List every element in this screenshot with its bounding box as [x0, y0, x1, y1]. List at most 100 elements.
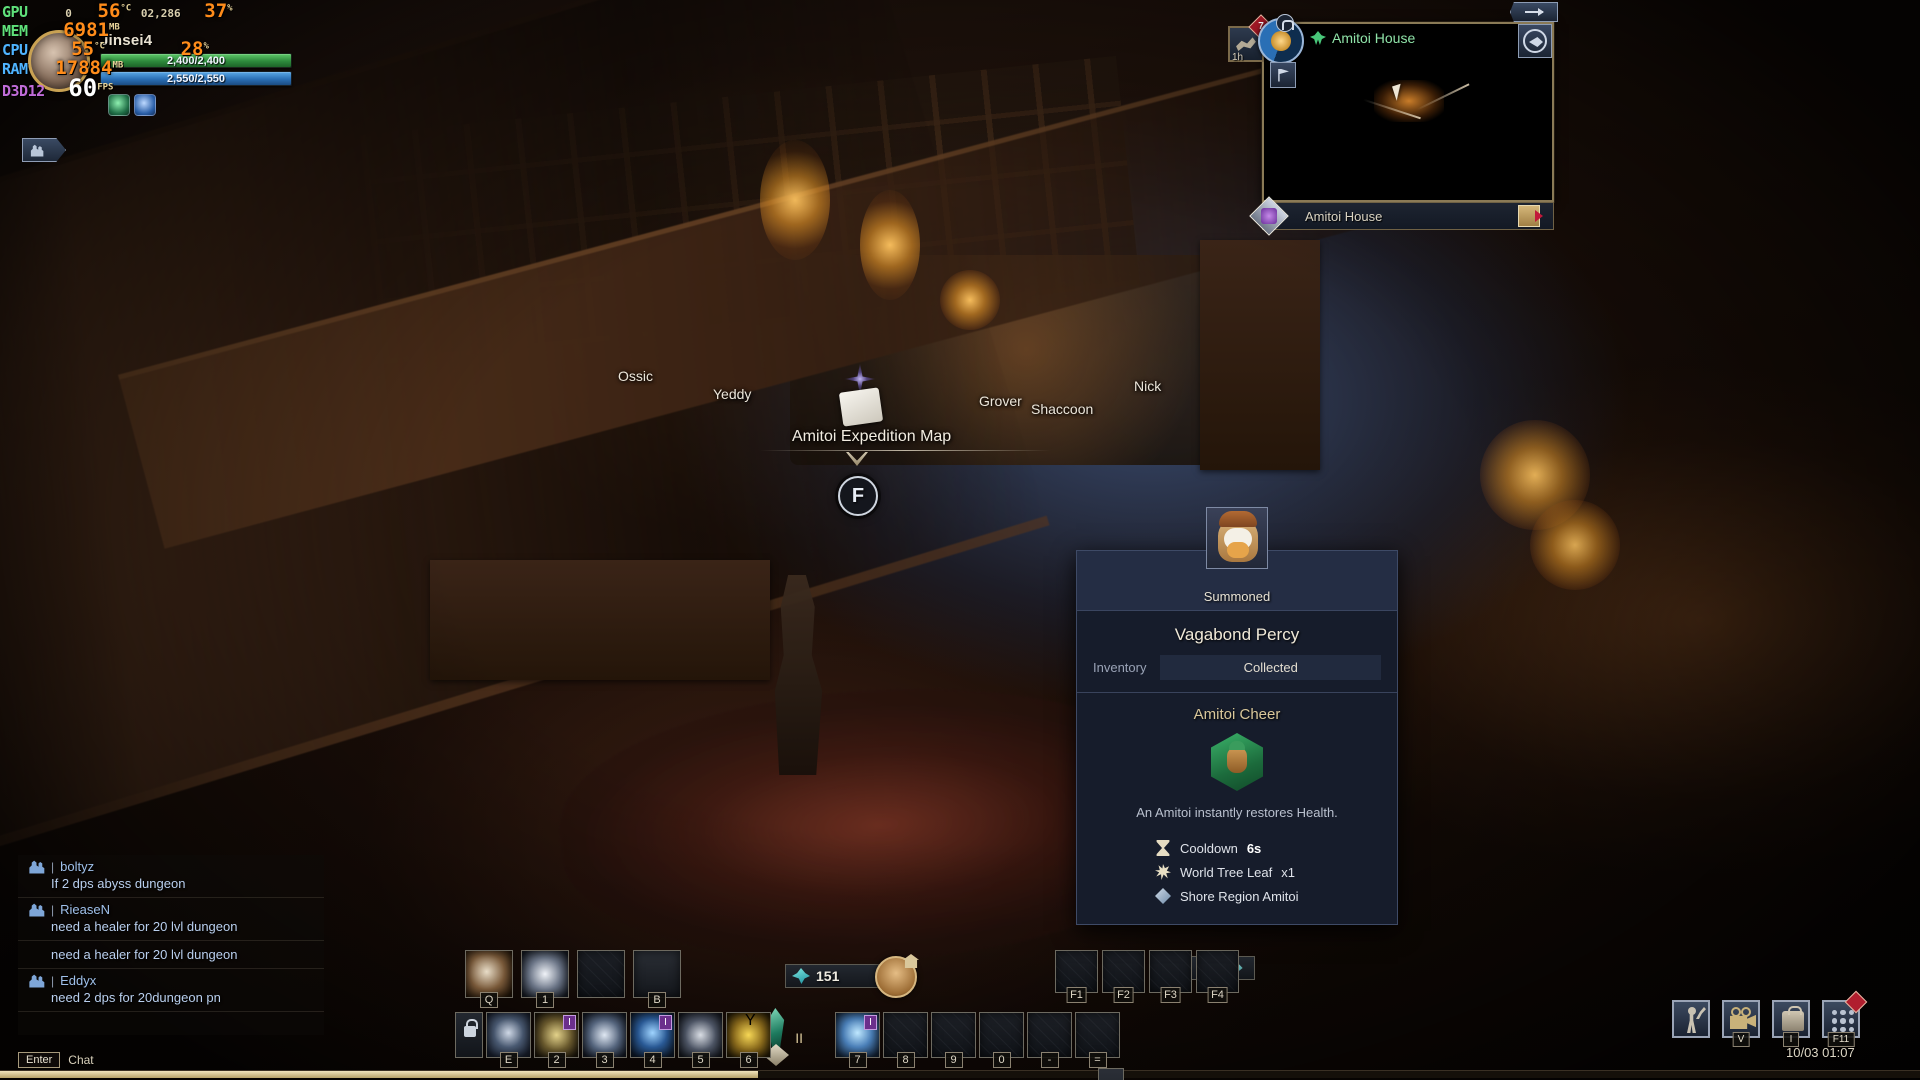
pet-name: Vagabond Percy — [1174, 625, 1300, 644]
emote-button[interactable] — [1672, 1000, 1710, 1038]
player-name: Jinsei4 — [100, 32, 153, 49]
expedition-map-world-icon[interactable] — [838, 387, 884, 427]
chat-message[interactable]: | Eddyx need 2 dps for 20dungeon pn — [18, 969, 324, 1012]
action-slot-key: 9 — [944, 1052, 963, 1068]
action-bar-page-switcher[interactable]: 1 — [1098, 1068, 1124, 1080]
action-slot[interactable]: F1 — [1055, 950, 1098, 1003]
grid-dot — [1840, 1010, 1846, 1016]
interactable-underline — [760, 450, 1050, 451]
pet-inventory-label: Inventory — [1093, 660, 1147, 675]
collapse-ui-button[interactable] — [1510, 2, 1558, 22]
buff-icon-crest[interactable] — [134, 94, 156, 116]
action-slot[interactable]: F4 — [1196, 950, 1239, 1003]
camera-button[interactable]: V — [1722, 1000, 1760, 1047]
skill-rank-badge: I — [659, 1015, 672, 1030]
action-slot[interactable]: I 4 — [630, 1012, 675, 1068]
action-slot-key: F3 — [1160, 987, 1181, 1003]
chat-username[interactable]: boltyz — [60, 859, 94, 874]
action-slot[interactable]: E — [486, 1012, 531, 1068]
action-slot[interactable]: F3 — [1149, 950, 1192, 1003]
action-slot-key: 5 — [691, 1052, 710, 1068]
chat-message-text: If 2 dps abyss dungeon — [51, 876, 186, 891]
player-portrait[interactable] — [28, 30, 90, 92]
action-slot[interactable]: 9 — [931, 1012, 976, 1068]
buff-icon-shield[interactable] — [108, 94, 130, 116]
action-slot-locked[interactable] — [577, 950, 625, 998]
pet-inventory-row: Inventory Collected — [1077, 655, 1397, 692]
action-slot-key: 1 — [536, 992, 554, 1008]
npc-nameplate[interactable]: Grover — [979, 393, 1022, 409]
candle-light — [760, 140, 830, 260]
experience-bar-fill — [0, 1071, 759, 1078]
action-bars[interactable]: Q 1 B - 151 F1 F2 F3 F4 — [455, 950, 1585, 1080]
chat-input-hint[interactable]: Enter Chat — [18, 1052, 94, 1068]
minimap-zone-name: Amitoi House — [1332, 30, 1416, 46]
minimap-location-name: Amitoi House — [1305, 208, 1383, 224]
action-slot-key: Q — [480, 992, 498, 1008]
action-bar-lock-button[interactable] — [455, 1012, 483, 1058]
chat-message[interactable]: need a healer for 20 lvl dungeon — [18, 941, 324, 969]
menu-button[interactable]: F11 — [1822, 990, 1868, 1047]
expand-minimap-button[interactable] — [1518, 24, 1552, 58]
flag-marker-button[interactable] — [1270, 62, 1296, 88]
action-slot[interactable]: I 2 — [534, 1012, 579, 1068]
action-slot[interactable]: 8 — [883, 1012, 928, 1068]
hanging-lantern-2 — [1530, 500, 1620, 590]
crystal-feather-icon — [792, 968, 810, 984]
pet-tooltip-panel[interactable]: Summoned Vagabond Percy Inventory Collec… — [1076, 507, 1398, 925]
interact-key-prompt[interactable]: F — [838, 476, 878, 516]
chat-message-head: | RieaseN — [28, 902, 316, 917]
action-bar-main-row[interactable]: E I 2 3 I 4 5 6 — [455, 1012, 771, 1068]
stance-rank-label: II — [795, 1030, 803, 1046]
action-slot[interactable]: I 7 — [835, 1012, 880, 1068]
pet-stat-cooldown-label: Cooldown — [1180, 840, 1238, 856]
action-slot[interactable]: 0 — [979, 1012, 1024, 1068]
action-slot-key: E — [499, 1052, 518, 1068]
lock-icon[interactable] — [1276, 14, 1294, 32]
action-slot-key: F1 — [1066, 987, 1087, 1003]
experience-bar — [0, 1070, 1920, 1078]
pet-stat-region-label: Shore Region Amitoi — [1180, 888, 1299, 904]
leaf-icon — [1155, 864, 1171, 880]
chat-message[interactable]: | boltyz If 2 dps abyss dungeon — [18, 855, 324, 898]
action-bar-main-row-right[interactable]: I 7 8 9 0 - = 1 — [835, 1012, 1124, 1080]
action-slot[interactable]: Q — [465, 950, 513, 1008]
action-slot[interactable]: 5 — [678, 1012, 723, 1068]
action-slot-key: 3 — [595, 1052, 614, 1068]
stance-key-label: Y — [745, 1012, 756, 1029]
chat-message[interactable]: | RieaseN need a healer for 20 lvl dunge… — [18, 898, 324, 941]
action-slot[interactable]: B — [633, 950, 681, 1008]
minimap-location-bar[interactable]: Amitoi House — [1262, 202, 1554, 230]
action-slot-key: 0 — [992, 1052, 1011, 1068]
player-unit-frame[interactable]: Jinsei4 2,400/2,400 2,550/2,550 — [28, 22, 298, 117]
action-bar-top-row[interactable]: Q 1 B — [465, 950, 681, 1008]
chat-message-text: need 2 dps for 20dungeon pn — [51, 990, 221, 1005]
npc-nameplate[interactable]: Ossic — [618, 368, 653, 384]
resource-count-value: 151 — [816, 968, 840, 984]
skill-rank-badge: I — [563, 1015, 576, 1030]
npc-nameplate[interactable]: Yeddy — [713, 386, 751, 402]
player-health-bar: 2,400/2,400 — [100, 53, 292, 68]
camera-reel-icon — [1731, 1007, 1741, 1017]
minimap[interactable] — [1262, 22, 1554, 202]
action-slot[interactable]: 1 — [521, 950, 569, 1008]
exit-door-icon[interactable] — [1518, 205, 1543, 227]
pet-stat-cost-value: x1 — [1281, 864, 1295, 880]
action-slot[interactable]: - — [1027, 1012, 1072, 1068]
pet-avatar-button[interactable] — [875, 954, 919, 998]
npc-nameplate[interactable]: Shaccoon — [1031, 401, 1093, 417]
action-slot[interactable]: = — [1075, 1012, 1120, 1068]
interactable-object-label[interactable]: Amitoi Expedition Map — [792, 428, 951, 446]
action-bar-function-row[interactable]: F1 F2 F3 F4 — [1055, 950, 1239, 1003]
hourglass-icon — [1156, 840, 1170, 856]
npc-nameplate[interactable]: Nick — [1134, 378, 1161, 394]
chat-message-text: need a healer for 20 lvl dungeon — [51, 947, 238, 962]
chat-username[interactable]: RieaseN — [60, 902, 110, 917]
action-slot[interactable]: 3 — [582, 1012, 627, 1068]
stance-key-wrap: Y — [745, 1012, 756, 1030]
chat-username[interactable]: Eddyx — [60, 973, 96, 988]
inventory-button[interactable]: I — [1772, 1000, 1810, 1047]
action-slot[interactable]: F2 — [1102, 950, 1145, 1003]
system-button-bar[interactable]: V I F11 — [1672, 990, 1868, 1047]
chat-panel[interactable]: | boltyz If 2 dps abyss dungeon | Riease… — [18, 855, 324, 1035]
